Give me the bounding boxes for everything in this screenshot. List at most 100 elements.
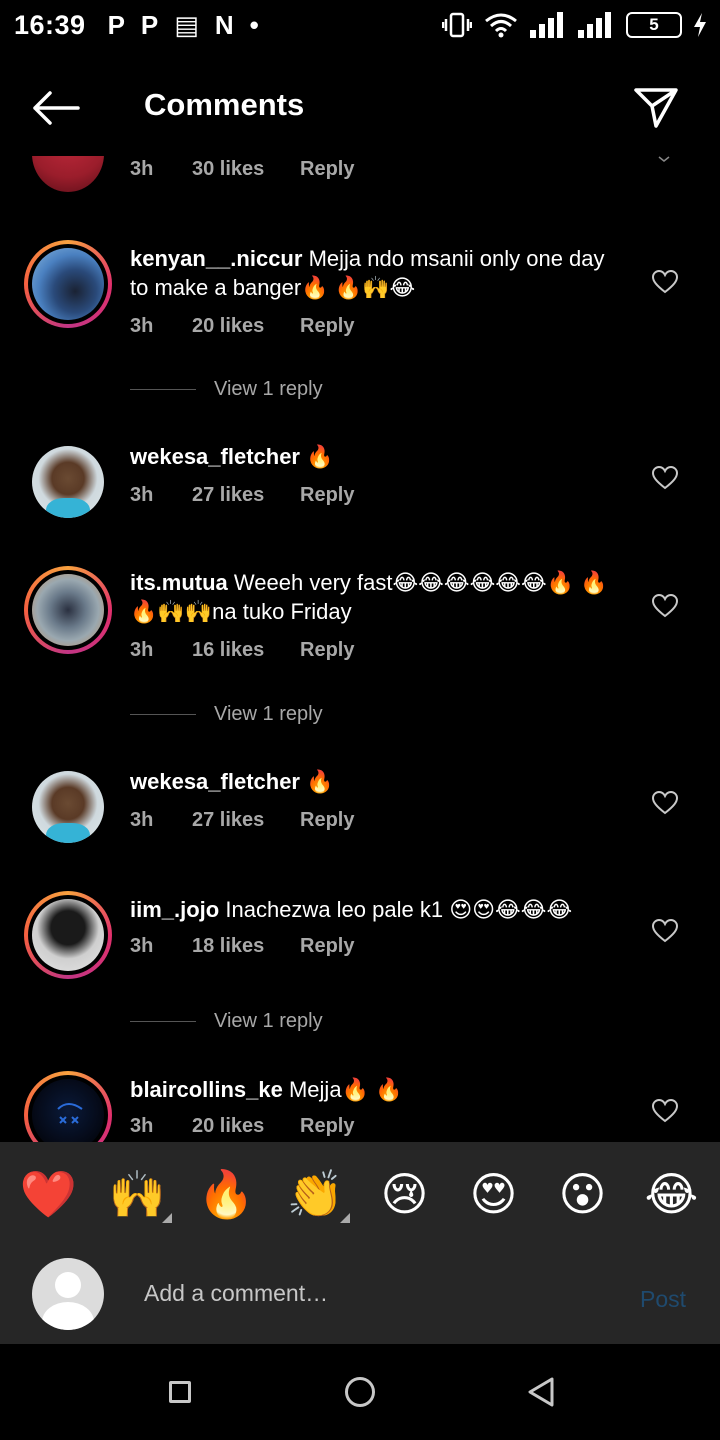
comment-body: Inachezwa leo pale k1 😍😍😂😂😂 — [225, 897, 573, 922]
raised-hands-emoji: 🙌 — [108, 1168, 167, 1220]
comment-likes[interactable]: 18 likes — [192, 935, 300, 958]
reply-button[interactable]: Reply — [300, 639, 354, 662]
view-replies-label: View 1 reply — [214, 378, 323, 400]
view-replies-button[interactable]: View 1 reply — [130, 1010, 323, 1033]
divider — [130, 389, 196, 390]
avatar[interactable] — [32, 446, 104, 518]
avatar — [32, 899, 104, 971]
comment-username[interactable]: blaircollins_ke — [130, 1077, 283, 1102]
paper-plane-icon[interactable] — [632, 82, 680, 130]
comment-text: wekesa_fletcher 🔥 — [130, 767, 620, 796]
avatar-body — [42, 1302, 94, 1330]
recents-icon[interactable] — [169, 1381, 191, 1403]
reply-button[interactable]: Reply — [300, 158, 354, 181]
comment-likes[interactable]: 16 likes — [192, 639, 300, 662]
comment-username[interactable]: kenyan__.niccur — [130, 246, 302, 271]
heart-icon[interactable] — [652, 270, 678, 294]
raised-hands-emoji-button[interactable]: 🙌 — [98, 1168, 178, 1223]
story-ring[interactable] — [24, 566, 112, 654]
comment-username[interactable]: its.mutua — [130, 570, 228, 595]
comment-username[interactable]: iim_.jojo — [130, 897, 219, 922]
battery-icon: 5 — [626, 12, 682, 38]
wifi-icon — [485, 13, 517, 38]
fire-emoji-button[interactable]: 🔥 — [187, 1171, 267, 1217]
chevron-down-icon — [658, 156, 670, 162]
laughing-emoji-button[interactable]: 😂 — [632, 1171, 712, 1217]
view-replies-button[interactable]: View 1 reply — [130, 703, 323, 726]
comment-body: Mejja🔥 🔥 — [288, 1077, 403, 1102]
comment-time: 3h — [130, 809, 154, 831]
back-triangle-icon[interactable] — [526, 1376, 556, 1408]
reply-button[interactable]: Reply — [300, 484, 354, 507]
comment-input[interactable]: Add a comment… — [144, 1280, 328, 1307]
clapping-emoji-button[interactable]: 👏 — [276, 1168, 356, 1223]
notification-icon: P — [107, 9, 125, 40]
story-ring[interactable] — [24, 240, 112, 328]
comment-meta: 3h 20 likes Reply — [130, 315, 354, 338]
mask-icon — [57, 1103, 83, 1124]
notification-icons: P P ▤ N • — [108, 10, 259, 41]
comment-meta: 3h 27 likes Reply — [130, 809, 354, 832]
heart-emoji-button[interactable]: ❤️ — [9, 1171, 89, 1217]
view-replies-button[interactable]: View 1 reply — [130, 378, 323, 401]
comment-likes[interactable]: 20 likes — [192, 315, 300, 338]
heart-eyes-emoji-button[interactable]: 😍 — [454, 1171, 534, 1217]
comment-username[interactable]: wekesa_fletcher — [130, 444, 300, 469]
comment-time: 3h — [130, 158, 154, 180]
comment-text: its.mutua Weeeh very fast😂😂😂😂😂😂🔥 🔥 🔥🙌🙌na… — [130, 568, 620, 626]
comment-meta: 3h 18 likes Reply — [130, 935, 354, 958]
header: Comments — [0, 60, 720, 156]
reply-button[interactable]: Reply — [300, 935, 354, 958]
crying-emoji-button[interactable]: 😢 — [365, 1171, 445, 1217]
heart-icon[interactable] — [652, 466, 678, 490]
story-ring[interactable] — [24, 1071, 112, 1142]
avatar[interactable] — [32, 156, 104, 192]
reply-button[interactable]: Reply — [300, 1115, 354, 1138]
post-button[interactable]: Post — [640, 1286, 686, 1313]
comment-meta: 3h 16 likes Reply — [130, 639, 354, 662]
avatar — [32, 1079, 104, 1142]
notification-icon: ▤ — [174, 9, 199, 40]
user-avatar — [32, 1258, 104, 1330]
page-title: Comments — [144, 87, 305, 122]
home-icon[interactable] — [345, 1377, 375, 1407]
reply-button[interactable]: Reply — [300, 809, 354, 832]
comment-likes[interactable]: 27 likes — [192, 809, 300, 832]
comment-time: 3h — [130, 935, 154, 957]
vibrate-icon — [442, 12, 472, 38]
heart-icon[interactable] — [652, 1099, 678, 1123]
avatar[interactable] — [32, 771, 104, 843]
arrow-left-icon[interactable] — [30, 88, 80, 128]
comment-body: 🔥 — [306, 769, 334, 794]
notification-icon: N — [214, 9, 234, 40]
emoji-reaction-bar: ❤️ 🙌 🔥 👏 😢 😍 😮 😂 — [0, 1142, 720, 1246]
comment-text: kenyan__.niccur Mejja ndo msanii only on… — [130, 244, 620, 302]
comment-time: 3h — [130, 639, 154, 661]
notification-icon: P — [140, 9, 159, 40]
divider — [130, 1021, 196, 1022]
heart-icon[interactable] — [652, 791, 678, 815]
comment-meta: 3h 30 likes Reply — [130, 158, 354, 181]
signal-icon — [530, 12, 563, 38]
comment-list[interactable]: 3h 30 likes Reply kenyan__.niccur Mejja … — [0, 156, 720, 1142]
battery-level: 5 — [649, 15, 659, 34]
avatar-head — [55, 1272, 81, 1298]
avatar — [32, 248, 104, 320]
system-nav-bar — [0, 1344, 720, 1440]
charging-icon — [694, 13, 706, 37]
heart-icon[interactable] — [652, 919, 678, 943]
view-replies-label: View 1 reply — [214, 1010, 323, 1032]
surprised-emoji-button[interactable]: 😮 — [543, 1171, 623, 1217]
comment-likes[interactable]: 30 likes — [192, 158, 300, 181]
signal-icon — [578, 12, 611, 38]
comment-text: blaircollins_ke Mejja🔥 🔥 — [130, 1075, 620, 1104]
story-ring[interactable] — [24, 891, 112, 979]
comment-likes[interactable]: 20 likes — [192, 1115, 300, 1138]
heart-icon[interactable] — [652, 594, 678, 618]
clapping-emoji: 👏 — [286, 1168, 345, 1220]
skin-tone-indicator — [339, 1213, 350, 1223]
comment-username[interactable]: wekesa_fletcher — [130, 769, 300, 794]
comment-likes[interactable]: 27 likes — [192, 484, 300, 507]
divider — [130, 714, 196, 715]
reply-button[interactable]: Reply — [300, 315, 354, 338]
